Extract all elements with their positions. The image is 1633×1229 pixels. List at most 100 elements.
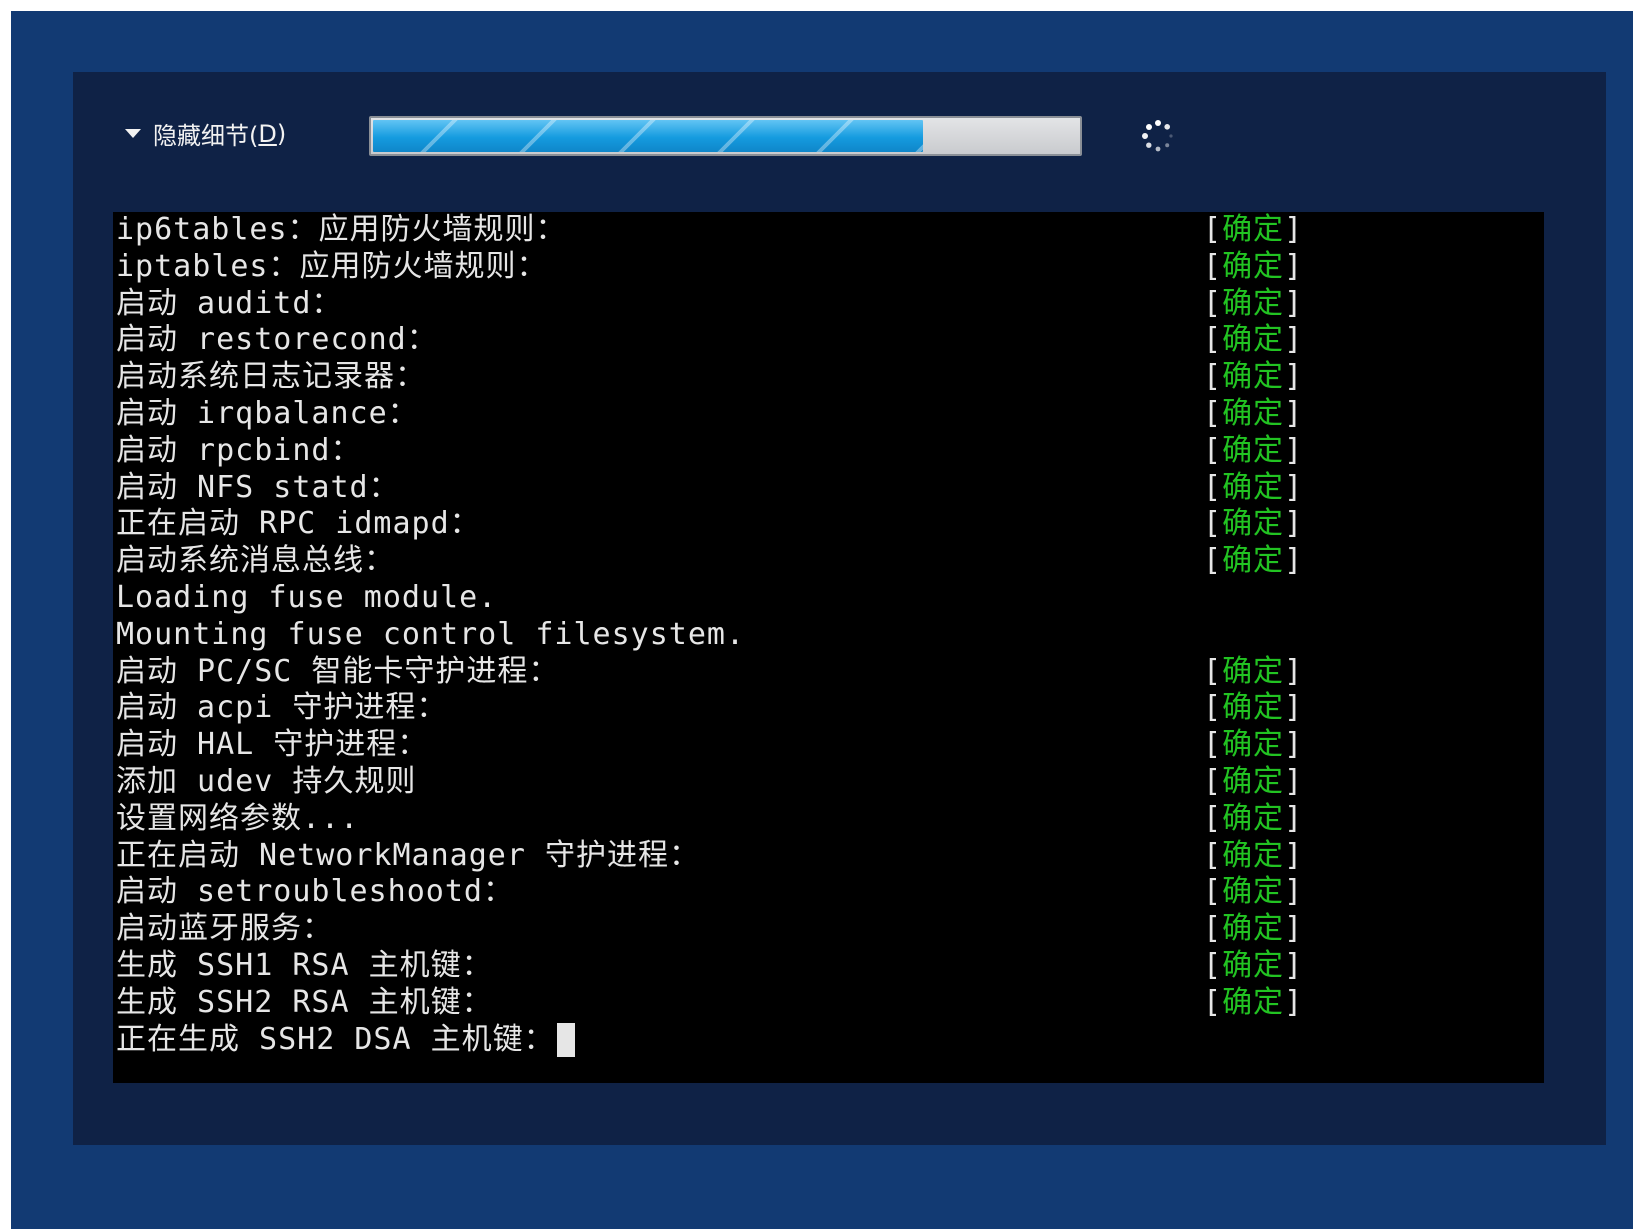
status-close-bracket: ] (1284, 984, 1304, 1020)
console-line: 启动 acpi 守护进程： [确定] (113, 690, 1544, 727)
console-line-text: 正在生成 SSH2 DSA 主机键： (116, 1022, 575, 1059)
text-cursor (556, 1023, 575, 1058)
status-open-bracket: [ (1203, 911, 1223, 947)
status-open-bracket: [ (1203, 322, 1223, 358)
console-line: Loading fuse module. (113, 580, 1544, 617)
console-line-text: 启动 restorecond： (116, 322, 438, 358)
console-line-text: 启动系统日志记录器： (116, 359, 426, 395)
status-ok-text: 确定 (1222, 727, 1285, 763)
console-line: 设置网络参数... [确定] (113, 801, 1544, 838)
console-line: ip6tables：应用防火墙规则： [确定] (113, 212, 1544, 249)
status-open-bracket: [ (1203, 763, 1223, 799)
console-line: 启动 HAL 守护进程： [确定] (113, 727, 1544, 764)
status-badge: [确定] (1203, 212, 1303, 249)
status-close-bracket: ] (1284, 359, 1304, 395)
console-line-text: 启动 rpcbind： (116, 432, 362, 468)
console-line-text: Mounting fuse control filesystem. (116, 616, 746, 652)
console-line-text: 正在启动 NetworkManager 守护进程： (116, 837, 700, 873)
console-line: 启动 auditd： [确定] (113, 286, 1544, 323)
status-badge: [确定] (1203, 543, 1303, 580)
console-line: 生成 SSH1 RSA 主机键： [确定] (113, 948, 1544, 985)
console-line-text: 启动 PC/SC 智能卡守护进程： (116, 653, 560, 689)
status-open-bracket: [ (1203, 395, 1223, 431)
triangle-down-icon (125, 129, 141, 138)
console-line-text: 启动 NFS statd： (116, 469, 400, 505)
status-close-bracket: ] (1284, 874, 1304, 910)
status-badge: [确定] (1203, 654, 1303, 691)
console-line: 启动 rpcbind： [确定] (113, 433, 1544, 470)
status-ok-text: 确定 (1222, 506, 1285, 542)
console-line: 启动系统消息总线： [确定] (113, 543, 1544, 580)
loading-spinner-icon (1142, 120, 1173, 152)
status-close-bracket: ] (1284, 653, 1304, 689)
status-open-bracket: [ (1203, 947, 1223, 983)
status-ok-text: 确定 (1222, 837, 1285, 873)
console-line-text: 生成 SSH1 RSA 主机键： (116, 947, 493, 983)
status-open-bracket: [ (1203, 874, 1223, 910)
status-ok-text: 确定 (1222, 359, 1285, 395)
status-close-bracket: ] (1284, 800, 1304, 836)
console-line: 启动 irqbalance： [确定] (113, 396, 1544, 433)
status-badge: [确定] (1203, 433, 1303, 470)
progress-fill (373, 120, 923, 152)
status-ok-text: 确定 (1222, 543, 1285, 579)
status-close-bracket: ] (1284, 506, 1304, 542)
hide-details-suffix: ) (276, 119, 287, 148)
status-badge: [确定] (1203, 249, 1303, 286)
hide-details-mnemonic: D (258, 119, 277, 148)
status-ok-text: 确定 (1222, 690, 1285, 726)
hide-details-toggle[interactable]: 隐藏细节(D) (125, 116, 286, 151)
status-close-bracket: ] (1284, 911, 1304, 947)
status-close-bracket: ] (1284, 727, 1304, 763)
console-line-text: 正在启动 RPC idmapd： (116, 506, 481, 542)
status-badge: [确定] (1203, 838, 1303, 875)
status-ok-text: 确定 (1222, 212, 1285, 247)
status-open-bracket: [ (1203, 727, 1223, 763)
console-line: 启动 PC/SC 智能卡守护进程： [确定] (113, 654, 1544, 691)
status-badge: [确定] (1203, 396, 1303, 433)
status-ok-text: 确定 (1222, 874, 1285, 910)
console-line: 启动 NFS statd： [确定] (113, 470, 1544, 507)
console-line: 添加 udev 持久规则 [确定] (113, 764, 1544, 801)
boot-progress-bar (369, 116, 1082, 156)
console-line-text: 启动 auditd： (116, 285, 343, 321)
console-line-text: ip6tables：应用防火墙规则： (116, 212, 567, 247)
status-close-bracket: ] (1284, 432, 1304, 468)
status-open-bracket: [ (1203, 690, 1223, 726)
status-open-bracket: [ (1203, 432, 1223, 468)
status-badge: [确定] (1203, 322, 1303, 359)
status-open-bracket: [ (1203, 469, 1223, 505)
console-line-text: 设置网络参数... (116, 800, 360, 836)
status-open-bracket: [ (1203, 285, 1223, 321)
status-badge: [确定] (1203, 801, 1303, 838)
status-badge: [确定] (1203, 764, 1303, 801)
console-line: 启动 restorecond： [确定] (113, 322, 1544, 359)
console-line-text: 添加 udev 持久规则 (116, 763, 417, 799)
status-badge: [确定] (1203, 506, 1303, 543)
status-close-bracket: ] (1284, 690, 1304, 726)
console-line-text: iptables：应用防火墙规则： (116, 248, 548, 284)
status-close-bracket: ] (1284, 469, 1304, 505)
console-line: 启动 setroubleshootd： [确定] (113, 874, 1544, 911)
status-ok-text: 确定 (1222, 653, 1285, 689)
console-line: iptables：应用防火墙规则： [确定] (113, 249, 1544, 286)
console-line-text: 启动 setroubleshootd： (116, 874, 514, 910)
status-badge: [确定] (1203, 948, 1303, 985)
status-ok-text: 确定 (1222, 984, 1285, 1020)
status-open-bracket: [ (1203, 506, 1223, 542)
console-line-text: 启动 HAL 守护进程： (116, 727, 429, 763)
status-ok-text: 确定 (1222, 947, 1285, 983)
status-open-bracket: [ (1203, 653, 1223, 689)
status-ok-text: 确定 (1222, 395, 1285, 431)
status-open-bracket: [ (1203, 248, 1223, 284)
console-line-text: 启动 acpi 守护进程： (116, 690, 448, 726)
status-close-bracket: ] (1284, 763, 1304, 799)
status-ok-text: 确定 (1222, 248, 1285, 284)
console-line: 正在启动 RPC idmapd： [确定] (113, 506, 1544, 543)
status-close-bracket: ] (1284, 248, 1304, 284)
status-open-bracket: [ (1203, 984, 1223, 1020)
status-close-bracket: ] (1284, 543, 1304, 579)
console-line: 启动蓝牙服务： [确定] (113, 911, 1544, 948)
status-ok-text: 确定 (1222, 911, 1285, 947)
status-badge: [确定] (1203, 911, 1303, 948)
